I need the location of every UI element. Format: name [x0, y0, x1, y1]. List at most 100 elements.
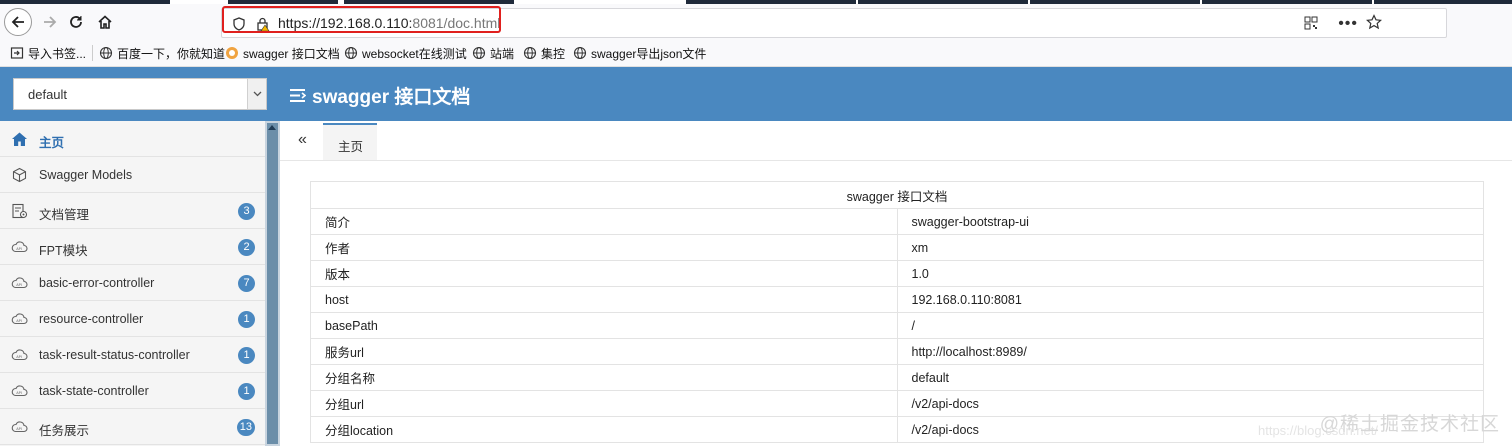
bookmark-station[interactable]: 站端 [472, 45, 514, 61]
cube-icon [12, 167, 27, 183]
url-text[interactable]: https://192.168.0.110:8081/doc.html [278, 15, 500, 31]
bookmarks-bar: 导入书签... 百度一下，你就知道 swagger 接口文档 websocket… [0, 40, 1512, 67]
row-value: 1.0 [896, 260, 1484, 287]
doc-settings-icon [12, 203, 28, 219]
sidebar-item-basic-error-controller[interactable]: API basic-error-controller 7 [0, 265, 265, 301]
count-badge: 1 [238, 383, 255, 400]
app-title: swagger 接口文档 [289, 82, 470, 109]
group-select[interactable]: default [13, 78, 267, 110]
count-badge: 1 [238, 347, 255, 364]
bookmark-swagger[interactable]: swagger 接口文档 [225, 45, 340, 61]
globe-icon [573, 46, 587, 60]
sidebar-item-label: Swagger Models [39, 168, 133, 182]
row-key: basePath [310, 312, 898, 339]
sidebar-item-task-result-status-controller[interactable]: API task-result-status-controller 1 [0, 337, 265, 373]
row-key: 分组url [310, 390, 898, 417]
table-header-row: swagger 接口文档 [310, 181, 1484, 209]
cloud-api-icon: API [11, 277, 28, 289]
sidebar-item-label: resource-controller [39, 312, 144, 326]
svg-text:API: API [16, 391, 22, 395]
back-button[interactable] [4, 8, 32, 36]
sidebar-item-doc-management[interactable]: 文档管理 3 [0, 193, 265, 229]
svg-text:API: API [16, 247, 22, 251]
sidebar-item-label: basic-error-controller [39, 276, 155, 290]
menu-toggle-icon[interactable] [289, 88, 306, 103]
browser-toolbar: https://192.168.0.110:8081/doc.html ••• [0, 4, 1512, 40]
count-badge: 13 [236, 419, 255, 436]
row-key: 作者 [310, 234, 898, 261]
row-key: 服务url [310, 338, 898, 365]
sidebar-item-label: FPT模块 [39, 244, 88, 258]
row-key: 分组名称 [310, 364, 898, 391]
row-value: swagger-bootstrap-ui [896, 208, 1484, 235]
bookmark-import[interactable]: 导入书签... [10, 45, 86, 61]
group-select-value: default [28, 87, 68, 102]
table-row: 分组名称 default [310, 364, 1484, 391]
sidebar-item-task-display[interactable]: API 任务展示 13 [0, 409, 265, 445]
collapse-tabs-button[interactable]: « [298, 131, 307, 149]
tab-bar: « 主页 [280, 121, 1512, 161]
sidebar-item-home[interactable]: 主页 [0, 121, 265, 157]
table-row: 作者 xm [310, 234, 1484, 261]
sidebar-scrollbar[interactable] [265, 121, 280, 446]
tab-home[interactable]: 主页 [323, 123, 377, 160]
svg-text:API: API [16, 427, 22, 431]
table-row: 版本 1.0 [310, 260, 1484, 287]
sidebar-item-task-state-controller[interactable]: API task-state-controller 1 [0, 373, 265, 409]
table-row: basePath / [310, 312, 1484, 339]
sidebar-item-label: task-result-status-controller [39, 348, 190, 362]
table-row: 服务url http://localhost:8989/ [310, 338, 1484, 365]
main-content: « 主页 swagger 接口文档 简介 swagger-bootstrap-ui… [280, 121, 1512, 446]
reload-icon [70, 16, 82, 28]
count-badge: 2 [238, 239, 255, 256]
count-badge: 1 [238, 311, 255, 328]
row-key: 分组location [310, 416, 898, 443]
watermark: @稀土掘金技术社区 [1319, 414, 1500, 435]
svg-text:API: API [16, 319, 22, 323]
bookmark-websocket[interactable]: websocket在线测试 [344, 45, 467, 61]
globe-icon [99, 46, 113, 60]
reload-button[interactable] [62, 8, 90, 36]
cloud-api-icon: API [11, 421, 28, 433]
home-button[interactable] [91, 8, 119, 36]
bookmark-swagger-export[interactable]: swagger导出json文件 [573, 45, 706, 61]
cloud-api-icon: API [11, 313, 28, 325]
sidebar-item-label: 任务展示 [39, 424, 90, 438]
app-header: default swagger 接口文档 [0, 67, 1512, 121]
chevron-down-icon[interactable] [247, 79, 266, 109]
row-value: / [896, 312, 1484, 339]
sidebar-item-swagger-models[interactable]: Swagger Models [0, 157, 265, 193]
swagger-icon [226, 47, 238, 59]
row-key: 简介 [310, 208, 898, 235]
table-row: host 192.168.0.110:8081 [310, 286, 1484, 313]
cloud-api-icon: API [11, 349, 28, 361]
bookmark-baidu[interactable]: 百度一下，你就知道 [99, 45, 225, 61]
table-row: 简介 swagger-bootstrap-ui [310, 208, 1484, 235]
sidebar-item-resource-controller[interactable]: API resource-controller 1 [0, 301, 265, 337]
bookmark-star-icon[interactable] [1366, 14, 1382, 30]
cloud-api-icon: API [11, 385, 28, 397]
lock-warning-icon [257, 17, 270, 31]
sidebar: 主页 Swagger Models 文档管理 3 API FPT模块 2 API… [0, 121, 265, 446]
arrow-right-icon [44, 16, 57, 28]
svg-text:API: API [16, 283, 22, 287]
api-info-table: swagger 接口文档 简介 swagger-bootstrap-ui 作者 xm… [310, 181, 1484, 443]
count-badge: 3 [238, 203, 255, 220]
sidebar-item-fpt-module[interactable]: API FPT模块 2 [0, 229, 265, 265]
more-actions-icon[interactable]: ••• [1338, 15, 1358, 33]
home-icon [12, 132, 27, 146]
shield-icon [233, 17, 245, 31]
table-row: 分组url/v2/api-docs [310, 390, 1484, 417]
row-value: 192.168.0.110:8081 [896, 286, 1484, 313]
row-value: http://localhost:8989/ [896, 338, 1484, 365]
bookmark-central[interactable]: 集控 [523, 45, 565, 61]
forward-button[interactable] [36, 8, 64, 36]
sidebar-item-label: task-state-controller [39, 384, 149, 398]
qr-code-icon[interactable] [1304, 16, 1318, 30]
scrollbar-thumb[interactable] [267, 123, 278, 444]
arrow-left-icon [11, 16, 24, 28]
address-bar[interactable]: https://192.168.0.110:8081/doc.html ••• [221, 8, 1447, 38]
scroll-up-icon[interactable] [268, 125, 276, 130]
table-title: swagger 接口文档 [310, 181, 1484, 209]
cloud-api-icon: API [11, 241, 28, 253]
